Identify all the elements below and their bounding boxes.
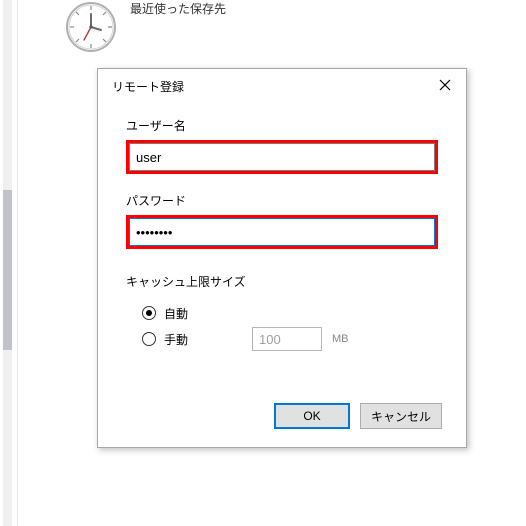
password-label: パスワード <box>126 192 438 209</box>
close-icon <box>439 79 451 94</box>
remote-login-dialog: リモート登録 ユーザー名 パスワード キャッシュ上限サイズ 自動 <box>97 68 467 448</box>
left-scrollbar[interactable] <box>0 0 18 526</box>
radio-manual-label: 手動 <box>164 331 188 348</box>
radio-manual[interactable] <box>142 332 156 346</box>
scrollbar-thumb[interactable] <box>3 190 12 350</box>
username-highlight <box>126 140 438 174</box>
username-input[interactable] <box>129 143 435 171</box>
cache-auto-row[interactable]: 自動 <box>142 300 438 326</box>
section-title-recent: 最近使った保存先 <box>130 0 226 17</box>
cache-size-input <box>252 327 322 351</box>
cache-size-label: キャッシュ上限サイズ <box>126 273 438 290</box>
cache-manual-row[interactable]: 手動 MB <box>142 326 438 352</box>
clock-icon <box>64 0 118 54</box>
password-input[interactable] <box>129 218 435 246</box>
cancel-button-label: キャンセル <box>371 408 431 425</box>
cancel-button[interactable]: キャンセル <box>360 403 442 429</box>
dialog-titlebar[interactable]: リモート登録 <box>98 69 466 103</box>
radio-auto-label: 自動 <box>164 305 188 322</box>
ok-button[interactable]: OK <box>274 403 350 429</box>
close-button[interactable] <box>430 73 460 99</box>
ok-button-label: OK <box>303 409 320 423</box>
username-label: ユーザー名 <box>126 117 438 134</box>
scrollbar-edge <box>17 0 18 526</box>
password-highlight <box>126 215 438 249</box>
radio-auto[interactable] <box>142 306 156 320</box>
cache-size-unit: MB <box>332 333 349 345</box>
dialog-title: リモート登録 <box>112 78 184 95</box>
